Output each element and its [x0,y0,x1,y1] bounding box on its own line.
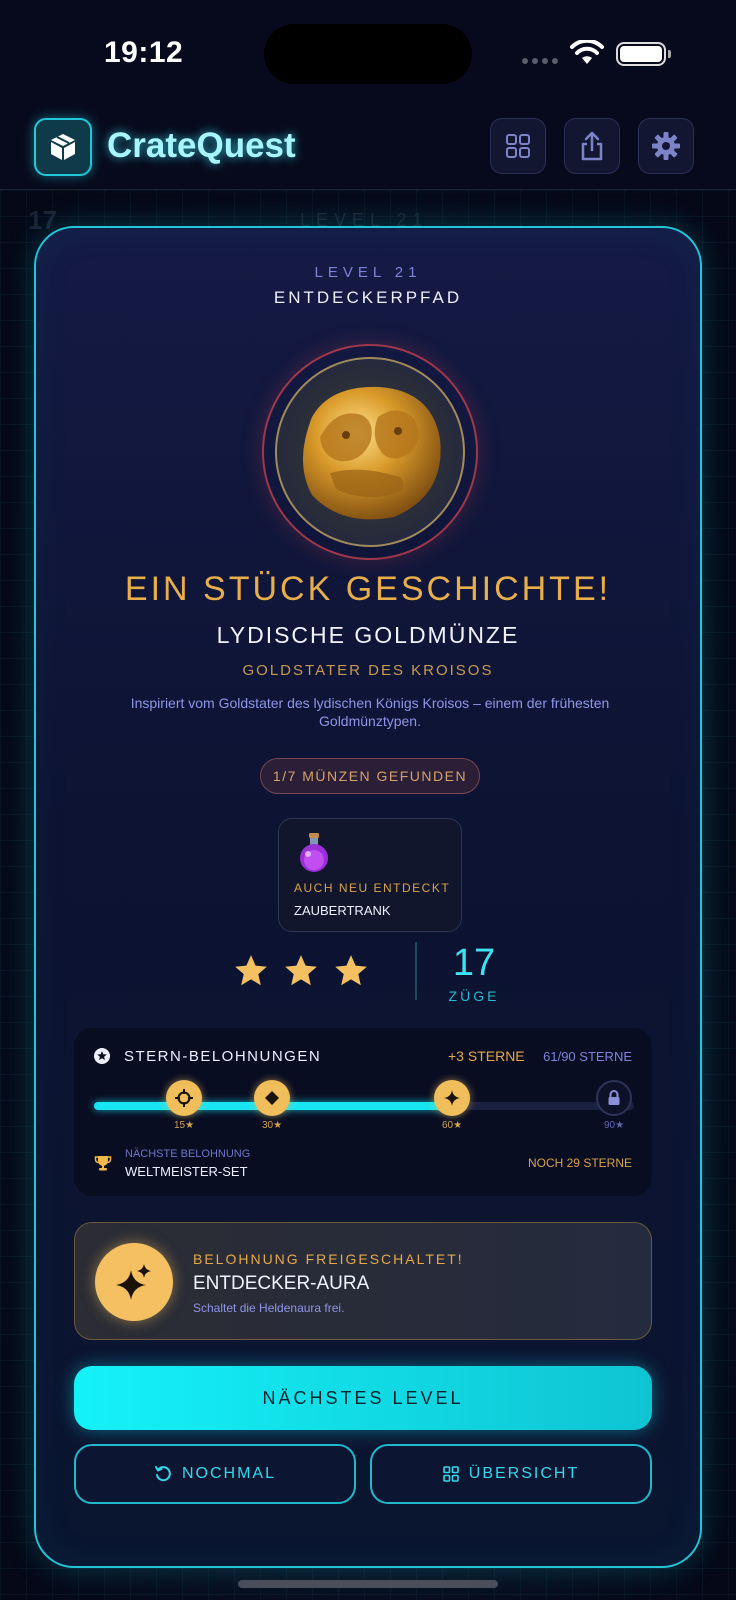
lock-icon [608,1090,620,1105]
stars-remaining: NOCH 29 STERNE [527,1156,632,1170]
grid-icon [506,134,530,158]
sparkles-icon [95,1243,173,1321]
also-discovered-label: AUCH NEU ENTDECKT [294,881,451,895]
share-icon [581,131,603,161]
sparkle-icon [444,1090,460,1106]
home-indicator[interactable] [238,1580,498,1588]
settings-button[interactable] [638,118,694,174]
moves-label: ZÜGE [448,988,500,1004]
level-complete-card: LEVEL 21 ENTDECKERPFAD EIN STÜCK GESCHIC… [34,226,702,1568]
star-icon [285,955,317,986]
target-icon [175,1089,193,1107]
status-time: 19:12 [104,36,184,69]
next-reward-name: WELTMEISTER-SET [125,1164,248,1179]
item-name: LYDISCHE GOLDMÜNZE [216,622,520,648]
milestone-15[interactable] [166,1080,202,1116]
star-rating [232,952,370,990]
reward-name: ENTDECKER-AURA [193,1273,370,1294]
gear-icon [652,132,680,160]
milestone-90[interactable] [596,1080,632,1116]
also-discovered-name: ZAUBERTRANK [294,903,391,918]
grid-button[interactable] [490,118,546,174]
overview-button-label: ÜBERSICHT [468,1465,580,1482]
headline: EIN STÜCK GESCHICHTE! [124,570,612,608]
also-discovered-card: AUCH NEU ENTDECKT ZAUBERTRANK [278,818,462,932]
potion-icon [300,833,328,872]
coins-found-badge: 1/7 MÜNZEN GEFUNDEN [260,758,480,794]
level-label: LEVEL 21 [314,264,422,281]
overview-button[interactable]: ÜBERSICHT [370,1444,652,1504]
reward-unlocked-banner: BELOHNUNG FREIGESCHALTET! ENTDECKER-AURA… [74,1222,652,1340]
item-description: Inspiriert vom Goldstater des lydischen … [130,695,610,729]
status-bar: 19:12 [0,0,736,108]
coin-medallion [262,344,478,560]
milestone-30[interactable] [254,1080,290,1116]
diamond-icon [265,1091,279,1105]
star-icon [235,955,267,986]
app-title: CrateQuest [107,126,296,165]
next-level-button[interactable]: NÄCHSTES LEVEL [74,1366,652,1430]
milestone-60[interactable] [434,1080,470,1116]
wifi-icon [570,38,604,71]
divider [415,942,417,1000]
path-label: ENTDECKERPFAD [273,288,463,307]
gold-coin-icon [303,386,441,520]
milestone-60-label: 60★ [441,1120,463,1131]
cellular-signal-icon [522,58,558,64]
stars-total: 61/90 STERNE [543,1049,632,1064]
dynamic-island [264,24,472,84]
battery-icon [616,42,671,66]
milestone-15-label: 15★ [173,1120,195,1131]
stars-gained: +3 STERNE [448,1048,525,1064]
share-button[interactable] [564,118,620,174]
star-badge-icon [94,1048,110,1064]
reward-description: Schaltet die Heldenaura frei. [193,1301,345,1315]
next-reward-label: NÄCHSTE BELOHNUNG [125,1148,251,1160]
crate-logo-icon [34,118,92,176]
star-icon [335,955,367,986]
reward-unlocked-label: BELOHNUNG FREIGESCHALTET! [193,1251,464,1267]
retry-icon [154,1466,171,1482]
milestone-90-label: 90★ [603,1120,625,1131]
moves-count: 17 [452,942,496,984]
item-subtitle: GOLDSTATER DES KROISOS [242,662,494,679]
milestone-30-label: 30★ [261,1120,283,1131]
grid-icon [442,1466,459,1482]
retry-button[interactable]: NOCHMAL [74,1444,356,1504]
star-rewards-panel: STERN-BELOHNUNGEN +3 STERNE 61/90 STERNE… [74,1028,652,1196]
trophy-icon [94,1156,112,1171]
star-rewards-title: STERN-BELOHNUNGEN [124,1048,322,1065]
retry-button-label: NOCHMAL [181,1465,276,1482]
app-header: CrateQuest [0,108,736,190]
